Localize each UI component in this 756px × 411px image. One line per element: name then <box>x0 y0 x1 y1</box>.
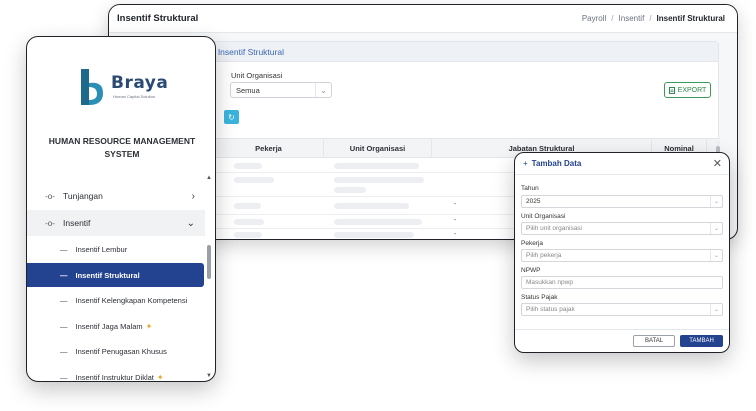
placeholder-bar <box>234 203 261 209</box>
pekerja-placeholder: Pilih pekerja <box>526 252 562 259</box>
placeholder-bar <box>334 219 422 225</box>
tahun-label: Tahun <box>521 185 539 192</box>
chevron-down-icon: ⌄ <box>710 223 722 234</box>
chevron-down-icon: ⌄ <box>710 196 722 207</box>
sidebar-item-insentif[interactable]: -o- Insentif ⌄ <box>27 210 205 236</box>
main-header: Insentif Struktural Payroll / Insentif /… <box>109 5 737 33</box>
sidebar-subitem-insentif-penugasan-khusus[interactable]: — Insentif Penugasan Khusus <box>27 339 205 363</box>
sidebar-subitem-label: Insentif Struktural <box>75 270 140 280</box>
tambah-data-dialog: + Tambah Data ✕ Tahun 2025 ⌄ Unit Organi… <box>514 152 730 353</box>
unit-organisasi-select[interactable]: Semua ⌄ <box>230 82 332 98</box>
npwp-label: NPWP <box>521 267 541 274</box>
brand-subtitle: Human Capital Solution <box>113 94 156 99</box>
chevron-right-icon: › <box>191 190 195 202</box>
dash-icon: — <box>60 346 68 356</box>
dialog-title: Tambah Data <box>531 159 582 168</box>
placeholder-bar <box>334 177 424 183</box>
scroll-down-icon[interactable]: ▼ <box>206 373 212 379</box>
sidebar-subitem-label: Insentif Jaga Malam <box>75 321 143 331</box>
status-pajak-select[interactable]: Pilih status pajak ⌄ <box>521 303 723 316</box>
sidebar-subitem-label: Insentif Instruktur Diklat <box>75 372 154 382</box>
status-pajak-label: Status Pajak <box>521 294 558 301</box>
unit-organisasi-label: Unit Organisasi <box>231 71 283 80</box>
placeholder-bar <box>234 219 264 225</box>
tahun-select[interactable]: 2025 ⌄ <box>521 195 723 208</box>
dash-icon: — <box>60 321 68 331</box>
cancel-button[interactable]: BATAL <box>633 335 675 347</box>
sidebar-item-label: Insentif <box>63 218 91 228</box>
npwp-placeholder: Masukkan npwp <box>526 279 573 286</box>
page-title: Insentif Struktural <box>117 13 199 24</box>
npwp-input[interactable]: Masukkan npwp <box>521 276 723 289</box>
sidebar-subitem-insentif-instruktur-diklat[interactable]: — Insentif Instruktur Diklat ✦ <box>27 365 205 382</box>
dialog-header: + Tambah Data <box>515 153 729 175</box>
placeholder-bar <box>234 232 262 238</box>
column-unit-organisasi: Unit Organisasi <box>324 139 432 157</box>
pekerja-select[interactable]: Pilih pekerja ⌄ <box>521 249 723 262</box>
placeholder-bar <box>334 163 419 169</box>
sidebar-scrollbar[interactable]: ▲ ▼ <box>206 173 212 379</box>
dash-icon: — <box>60 372 68 382</box>
tambah-button[interactable]: TAMBAH <box>680 335 723 347</box>
scroll-thumb[interactable] <box>207 245 211 279</box>
sparkle-icon: ✦ <box>156 372 164 382</box>
chevron-down-icon: ⌄ <box>710 304 722 315</box>
jabatan-dash: - <box>454 231 457 238</box>
sidebar-subitem-insentif-kelengkapan-kompetensi[interactable]: — Insentif Kelengkapan Kompetensi <box>27 288 205 312</box>
key-icon: -o- <box>45 191 55 201</box>
breadcrumb-insentif[interactable]: Insentif <box>619 14 645 23</box>
unit-organisasi-value: Semua <box>236 85 260 95</box>
sidebar-subitem-label: Insentif Kelengkapan Kompetensi <box>75 295 188 305</box>
file-icon <box>668 86 675 94</box>
sidebar-subitem-insentif-jaga-malam[interactable]: — Insentif Jaga Malam ✦ <box>27 314 205 338</box>
brand-logo: Braya Human Capital Solution <box>77 67 169 107</box>
refresh-icon: ↻ <box>228 112 235 122</box>
breadcrumb-current: Insentif Struktural <box>656 14 725 23</box>
dash-icon: — <box>60 295 68 305</box>
placeholder-bar <box>334 232 414 238</box>
sidebar: Braya Human Capital Solution HUMAN RESOU… <box>26 36 216 382</box>
plus-icon: + <box>523 159 528 168</box>
breadcrumb-separator: / <box>611 14 614 23</box>
breadcrumb-separator: / <box>649 14 652 23</box>
scroll-up-icon[interactable]: ▲ <box>206 175 212 181</box>
breadcrumb-payroll[interactable]: Payroll <box>582 14 606 23</box>
dash-icon: — <box>60 270 68 280</box>
brand-name: Braya <box>111 73 169 93</box>
close-icon[interactable]: ✕ <box>713 157 722 170</box>
dash-icon: — <box>60 244 68 254</box>
unit-organisasi-placeholder: Pilih unit organisasi <box>526 225 583 232</box>
unit-organisasi-field-select[interactable]: Pilih unit organisasi ⌄ <box>521 222 723 235</box>
sidebar-subitem-insentif-lembur[interactable]: — Insentif Lembur <box>27 237 205 261</box>
placeholder-bar <box>334 187 366 193</box>
sidebar-item-tunjangan[interactable]: -o- Tunjangan › <box>27 183 205 209</box>
sidebar-subitem-label: Insentif Lembur <box>75 244 128 254</box>
chevron-down-icon: ⌄ <box>315 83 331 97</box>
placeholder-bar <box>234 177 274 183</box>
export-label: EXPORT <box>677 86 707 94</box>
jabatan-dash: - <box>454 201 457 208</box>
sidebar-subitem-insentif-struktural[interactable]: — Insentif Struktural <box>27 263 204 287</box>
tahun-value: 2025 <box>526 198 541 205</box>
export-button[interactable]: EXPORT <box>664 82 711 98</box>
refresh-button[interactable]: ↻ <box>224 110 239 124</box>
status-pajak-placeholder: Pilih status pajak <box>526 306 575 313</box>
chevron-down-icon: ⌄ <box>710 250 722 261</box>
chevron-down-icon: ⌄ <box>186 217 195 229</box>
sparkle-icon: ✦ <box>145 321 153 331</box>
sidebar-subitem-label: Insentif Penugasan Khusus <box>75 346 167 356</box>
jabatan-dash: - <box>454 217 457 224</box>
placeholder-bar <box>334 203 409 209</box>
unit-organisasi-field-label: Unit Organisasi <box>521 213 566 220</box>
placeholder-bar <box>234 163 262 169</box>
braya-logo-icon <box>81 69 103 105</box>
system-title: HUMAN RESOURCE MANAGEMENT SYSTEM <box>48 136 196 159</box>
sidebar-item-label: Tunjangan <box>63 191 103 201</box>
breadcrumb: Payroll / Insentif / Insentif Struktural <box>582 14 725 23</box>
pekerja-label: Pekerja <box>521 240 544 247</box>
column-pekerja: Pekerja <box>214 139 324 157</box>
key-icon: -o- <box>45 218 55 228</box>
